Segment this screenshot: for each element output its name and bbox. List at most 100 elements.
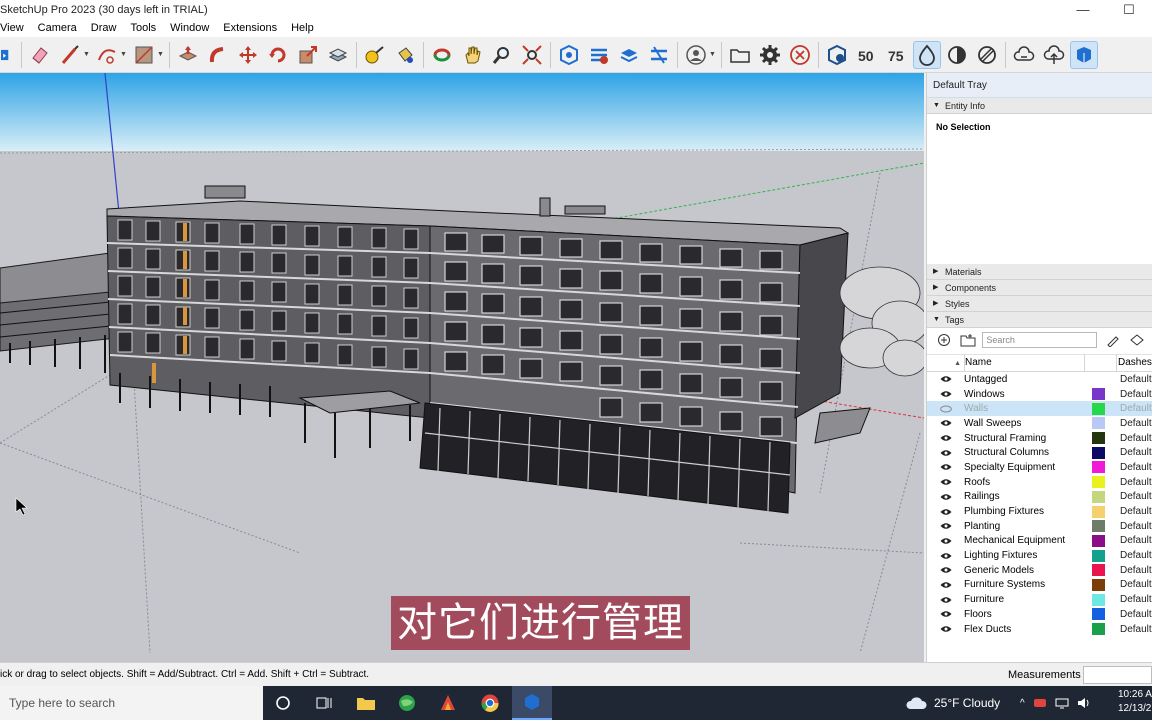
menu-tools[interactable]: Tools <box>123 19 163 37</box>
tag-dash[interactable]: Default <box>1120 447 1152 458</box>
move-icon[interactable] <box>234 41 262 69</box>
tag-row[interactable]: Railings Default <box>927 490 1152 505</box>
menu-view[interactable]: View <box>0 19 31 37</box>
tag-dash[interactable]: Default <box>1120 550 1152 561</box>
tag-dash[interactable]: Default <box>1120 609 1152 620</box>
tag-name[interactable]: Furniture <box>964 594 1090 605</box>
rectangle-icon[interactable] <box>130 41 158 69</box>
tag-color-swatch[interactable] <box>1092 373 1105 385</box>
column-name[interactable]: Name <box>964 354 1084 372</box>
taskbar-search-input[interactable]: Type here to search <box>0 686 263 720</box>
tag-color-swatch[interactable] <box>1092 461 1105 474</box>
tag-row[interactable]: Structural Columns Default <box>927 445 1152 460</box>
eye-icon[interactable] <box>927 596 964 604</box>
tag-row[interactable]: Wall Sweeps Default <box>927 416 1152 431</box>
layout-icon[interactable] <box>615 41 643 69</box>
tape-measure-icon[interactable] <box>361 41 389 69</box>
eye-icon[interactable] <box>927 434 964 442</box>
colorful-app-icon[interactable] <box>436 691 460 715</box>
tag-name[interactable]: Railings <box>964 491 1090 502</box>
tag-name[interactable]: Wall Sweeps <box>964 418 1090 429</box>
tag-row[interactable]: Untagged Default <box>927 372 1152 387</box>
tag-row[interactable]: Windows Default <box>927 387 1152 402</box>
section-50-icon[interactable]: 50 <box>853 41 881 69</box>
tag-name[interactable]: Lighting Fixtures <box>964 550 1090 561</box>
tag-dash[interactable]: Default <box>1120 374 1152 385</box>
tag-dash[interactable]: Default <box>1120 594 1152 605</box>
tag-color-swatch[interactable] <box>1092 593 1105 606</box>
volume-icon[interactable] <box>1077 697 1091 709</box>
tag-color-swatch[interactable] <box>1092 520 1105 533</box>
tag-name[interactable]: Mechanical Equipment <box>964 535 1090 546</box>
eye-icon[interactable] <box>927 375 964 383</box>
tag-name[interactable]: Windows <box>964 389 1090 400</box>
task-view-icon[interactable] <box>313 691 337 715</box>
tag-row[interactable]: Roofs Default <box>927 475 1152 490</box>
tag-dash[interactable]: Default <box>1120 491 1152 502</box>
file-explorer-icon[interactable] <box>354 691 378 715</box>
tag-dash[interactable]: Default <box>1120 579 1152 590</box>
tag-row[interactable]: Furniture Default <box>927 592 1152 607</box>
tag-color-swatch[interactable] <box>1092 402 1105 415</box>
tag-row[interactable]: Flex Ducts Default <box>927 622 1152 637</box>
tag-name[interactable]: Planting <box>964 521 1090 532</box>
tag-row[interactable]: Walls Default <box>927 401 1152 417</box>
tag-dash[interactable]: Default <box>1120 433 1152 444</box>
cloud-up-icon[interactable] <box>1040 41 1068 69</box>
eye-icon[interactable] <box>927 522 964 530</box>
pan-icon[interactable] <box>458 41 486 69</box>
arc-icon[interactable] <box>93 41 121 69</box>
tag-row[interactable]: Floors Default <box>927 607 1152 622</box>
measurements-input[interactable] <box>1083 666 1152 684</box>
profile-icon[interactable] <box>682 41 710 69</box>
tag-color-swatch[interactable] <box>1092 505 1105 518</box>
section-75-icon[interactable]: 75 <box>883 41 911 69</box>
close-circle-icon[interactable] <box>786 41 814 69</box>
eye-hidden-icon[interactable] <box>927 405 964 413</box>
offset-icon[interactable] <box>324 41 352 69</box>
tag-dash[interactable]: Default <box>1120 477 1152 488</box>
tag-name[interactable]: Roofs <box>964 477 1090 488</box>
app-tray-icon[interactable] <box>1033 697 1047 709</box>
maximize-button[interactable]: ☐ <box>1106 0 1152 19</box>
minimize-button[interactable]: — <box>1060 0 1106 19</box>
settings-icon[interactable] <box>756 41 784 69</box>
tag-name[interactable]: Generic Models <box>964 565 1090 576</box>
eye-icon[interactable] <box>927 508 964 516</box>
tag-color-swatch[interactable] <box>1092 549 1105 562</box>
xray-icon[interactable] <box>973 41 1001 69</box>
chevron-down-icon[interactable]: ▼ <box>83 51 90 58</box>
tag-dash[interactable]: Default <box>1120 389 1152 400</box>
tag-tool-icon[interactable] <box>1105 331 1123 349</box>
chevron-down-icon[interactable]: ▼ <box>120 51 127 58</box>
tag-color-swatch[interactable] <box>1092 476 1105 489</box>
follow-me-icon[interactable] <box>204 41 232 69</box>
tag-color-swatch[interactable] <box>1092 432 1105 445</box>
tag-row[interactable]: Generic Models Default <box>927 563 1152 578</box>
sketchup-taskbar-icon[interactable] <box>512 686 552 720</box>
panel-styles[interactable]: ▶ Styles <box>927 296 1152 312</box>
menu-help[interactable]: Help <box>284 19 321 37</box>
panel-components[interactable]: ▶ Components <box>927 280 1152 296</box>
tag-name[interactable]: Structural Columns <box>964 447 1090 458</box>
eye-icon[interactable] <box>927 610 964 618</box>
scale-icon[interactable] <box>294 41 322 69</box>
rotate-icon[interactable] <box>264 41 292 69</box>
tag-row[interactable]: Plumbing Fixtures Default <box>927 504 1152 519</box>
eraser-icon[interactable] <box>26 41 54 69</box>
tag-row[interactable]: Specialty Equipment Default <box>927 460 1152 475</box>
maps-globe-icon[interactable] <box>395 691 419 715</box>
sandbox-icon[interactable] <box>823 41 851 69</box>
tag-row[interactable]: Furniture Systems Default <box>927 578 1152 593</box>
tag-name[interactable]: Plumbing Fixtures <box>964 506 1090 517</box>
tag-dash[interactable]: Default <box>1120 624 1152 635</box>
add-tag-icon[interactable] <box>935 331 953 349</box>
tag-dash[interactable]: Default <box>1120 565 1152 576</box>
tag-color-swatch[interactable] <box>1092 608 1105 621</box>
panel-tags[interactable]: ▼ Tags <box>927 312 1152 328</box>
tag-dash[interactable]: Default <box>1120 418 1152 429</box>
chevron-down-icon[interactable]: ▼ <box>157 51 164 58</box>
tag-dash[interactable]: Default <box>1120 403 1152 414</box>
tag-row[interactable]: Mechanical Equipment Default <box>927 534 1152 549</box>
eye-icon[interactable] <box>927 566 964 574</box>
